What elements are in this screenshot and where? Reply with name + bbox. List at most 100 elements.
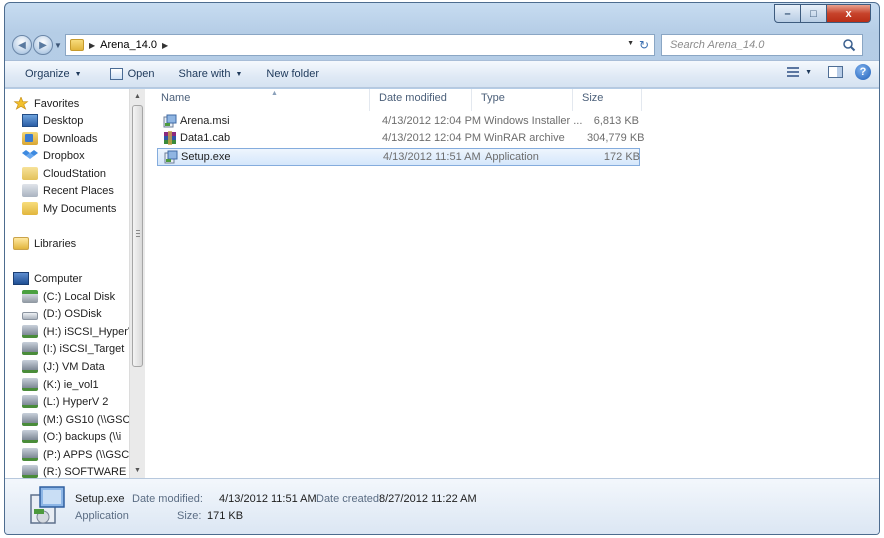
nav-item-dropbox[interactable]: Dropbox: [22, 147, 85, 164]
column-header-size[interactable]: Size: [577, 92, 603, 108]
nav-label: (R:) SOFTWARE (: [43, 465, 129, 478]
maximize-button[interactable]: □: [801, 4, 827, 23]
nav-label: (I:) iSCSI_Target: [43, 342, 125, 355]
column-divider[interactable]: [369, 89, 370, 111]
nav-label: (P:) APPS (\\GSC: [43, 448, 129, 461]
grip-icon: [136, 230, 140, 238]
column-divider[interactable]: [641, 89, 642, 111]
star-icon: [13, 97, 29, 110]
search-icon[interactable]: [842, 38, 856, 52]
nav-item-downloads[interactable]: Downloads: [22, 130, 97, 147]
file-date: 4/13/2012 11:51 AM: [383, 151, 481, 163]
search-box[interactable]: [661, 34, 863, 56]
nav-item-my-documents[interactable]: My Documents: [22, 200, 116, 217]
chevron-down-icon[interactable]: ▼: [805, 69, 812, 76]
nav-item-desktop[interactable]: Desktop: [22, 112, 83, 129]
nav-scrollbar[interactable]: ▲ ▼: [129, 89, 145, 478]
column-header-name[interactable]: Name ▲: [156, 90, 278, 108]
help-icon[interactable]: ?: [855, 64, 871, 80]
scroll-down-icon[interactable]: ▼: [130, 463, 145, 478]
nav-item-drive-i[interactable]: (I:) iSCSI_Target: [22, 340, 124, 357]
setup-icon: [30, 486, 65, 524]
details-pane: Setup.exe Application Date modified: 4/1…: [5, 478, 879, 534]
navigation-pane: Favorites Desktop Downloads Dropbox Clou…: [5, 89, 129, 478]
nav-label: Libraries: [34, 237, 77, 250]
recent-pages-dropdown[interactable]: ▼: [53, 41, 63, 50]
scrollbar-thumb[interactable]: [132, 105, 143, 367]
nav-label: (H:) iSCSI_HyperV: [43, 325, 129, 338]
file-name: Data1.cab: [180, 132, 231, 144]
open-button[interactable]: Open: [103, 63, 162, 85]
open-icon: [109, 68, 123, 80]
breadcrumb-separator-icon[interactable]: ▶: [89, 41, 95, 50]
nav-label: (D:) OSDisk: [43, 307, 102, 320]
back-button[interactable]: ◀: [12, 35, 32, 55]
downloads-icon: [22, 132, 38, 145]
file-size: 172 KB: [603, 151, 640, 163]
nav-libraries[interactable]: Libraries: [13, 235, 76, 252]
folder-icon: [22, 202, 38, 215]
address-dropdown-icon[interactable]: ▼: [627, 40, 634, 47]
detail-size-label: Size:: [177, 510, 202, 522]
column-header-type[interactable]: Type: [476, 92, 505, 108]
file-size: 6,813 KB: [593, 115, 639, 127]
change-view-icon[interactable]: [787, 67, 800, 77]
recent-places-icon: [22, 184, 38, 197]
nav-item-recent-places[interactable]: Recent Places: [22, 182, 114, 199]
minimize-button[interactable]: –: [774, 4, 801, 23]
network-drive-icon: [22, 378, 38, 391]
organize-label: Organize: [25, 68, 70, 80]
column-divider[interactable]: [572, 89, 573, 111]
search-input[interactable]: [670, 39, 840, 51]
desktop-icon: [22, 114, 38, 127]
file-row[interactable]: Arena.msi 4/13/2012 12:04 PM Windows Ins…: [157, 113, 640, 131]
nav-label: (O:) backups (\\i: [43, 430, 122, 443]
nav-item-drive-r[interactable]: (R:) SOFTWARE (: [22, 463, 129, 478]
organize-button[interactable]: Organize ▼: [18, 63, 89, 85]
refresh-icon[interactable]: ↻: [636, 37, 652, 53]
hard-drive-icon: [22, 311, 38, 320]
nav-label: (K:) ie_vol1: [43, 378, 99, 391]
nav-label: (M:) GS10 (\\GSC: [43, 413, 129, 426]
network-drive-icon: [22, 465, 38, 478]
nav-label: Favorites: [34, 97, 80, 110]
file-type: Windows Installer ...: [484, 115, 583, 127]
breadcrumb-item[interactable]: Arena_14.0: [100, 39, 157, 51]
nav-item-drive-o[interactable]: (O:) backups (\\i: [22, 428, 121, 445]
nav-item-drive-l[interactable]: (L:) HyperV 2: [22, 393, 108, 410]
breadcrumb-separator-icon[interactable]: ▶: [162, 41, 168, 50]
nav-item-cloudstation[interactable]: CloudStation: [22, 165, 106, 182]
network-drive-icon: [22, 448, 38, 461]
forward-button[interactable]: ▶: [33, 35, 53, 55]
new-folder-button[interactable]: New folder: [259, 63, 326, 85]
nav-item-drive-j[interactable]: (J:) VM Data: [22, 358, 105, 375]
share-with-button[interactable]: Share with ▼: [172, 63, 250, 85]
file-row[interactable]: Data1.cab 4/13/2012 12:04 PM WinRAR arch…: [157, 130, 645, 148]
nav-favorites[interactable]: Favorites: [13, 95, 79, 112]
close-button[interactable]: x: [827, 4, 871, 23]
nav-item-drive-p[interactable]: (P:) APPS (\\GSC: [22, 446, 129, 463]
nav-item-drive-c[interactable]: (C:) Local Disk: [22, 288, 115, 305]
dropbox-icon: [22, 150, 38, 159]
nav-item-drive-m[interactable]: (M:) GS10 (\\GSC: [22, 411, 129, 428]
nav-label: (C:) Local Disk: [43, 290, 116, 303]
nav-item-drive-h[interactable]: (H:) iSCSI_HyperV: [22, 323, 129, 340]
column-divider[interactable]: [471, 89, 472, 111]
nav-computer[interactable]: Computer: [13, 270, 82, 287]
file-row-selected[interactable]: Setup.exe 4/13/2012 11:51 AM Application…: [157, 148, 640, 166]
preview-pane-icon[interactable]: [828, 66, 843, 78]
address-row: ◀ ▶ ▼ ▶ Arena_14.0 ▶ ▼ ↻: [5, 31, 879, 59]
new-folder-label: New folder: [266, 68, 319, 80]
nav-label: Dropbox: [43, 149, 85, 162]
setup-icon: [164, 150, 178, 164]
nav-item-drive-k[interactable]: (K:) ie_vol1: [22, 376, 99, 393]
folder-icon: [70, 39, 84, 51]
column-header-date[interactable]: Date modified: [374, 92, 447, 108]
file-date: 4/13/2012 12:04 PM: [382, 132, 482, 144]
network-drive-icon: [22, 342, 38, 355]
content-area: Favorites Desktop Downloads Dropbox Clou…: [5, 89, 879, 478]
address-bar[interactable]: ▶ Arena_14.0 ▶ ▼ ↻: [65, 34, 655, 56]
nav-item-drive-d[interactable]: (D:) OSDisk: [22, 305, 102, 322]
winrar-icon: [164, 131, 176, 145]
scroll-up-icon[interactable]: ▲: [130, 89, 145, 104]
